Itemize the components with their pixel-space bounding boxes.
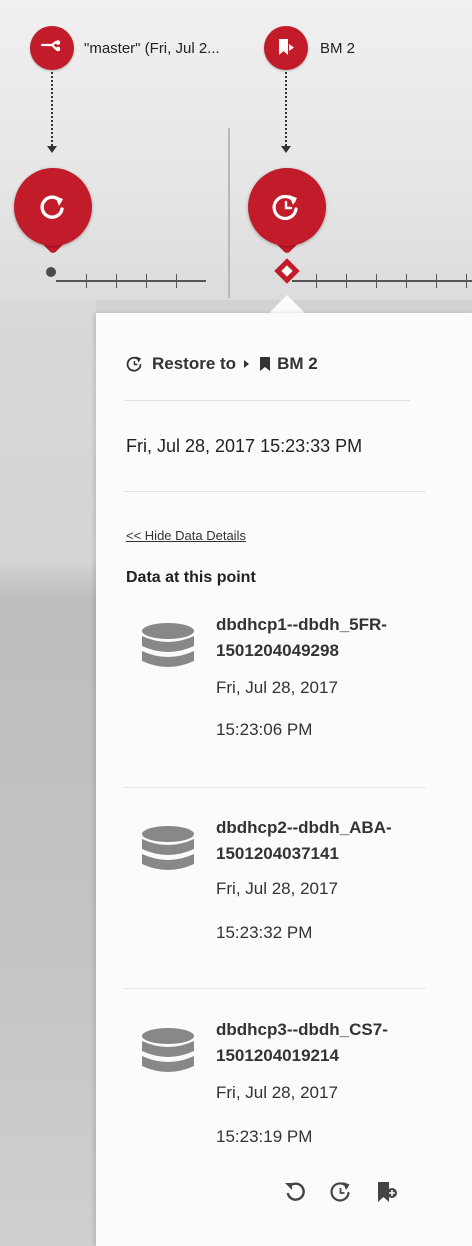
restore-pin[interactable] (14, 168, 92, 260)
axis-tick (146, 274, 147, 288)
axis-tick (86, 274, 87, 288)
timeline-view: "master" (Fri, Jul 2... BM 2 Restore to … (0, 0, 472, 1246)
panel-actions (283, 1180, 399, 1209)
timeline-divider (228, 128, 230, 298)
dataset-time: 15:23:19 PM (216, 1127, 313, 1146)
axis-tick (316, 274, 317, 288)
timeline-start-dot (46, 267, 56, 277)
axis-tick (176, 274, 177, 288)
divider (124, 400, 410, 401)
list-item: dbdhcp2--dbdh_ABA- 1501204037141 Fri, Ju… (140, 815, 440, 955)
restore-to-time-pin[interactable] (248, 168, 326, 260)
axis-tick (376, 274, 377, 288)
axis-tick (466, 274, 467, 288)
axis-tick (436, 274, 437, 288)
bookmark-marker[interactable] (264, 26, 308, 70)
branch-icon (40, 40, 61, 52)
connector-arrow (47, 146, 57, 153)
restore-to-label: Restore to (152, 354, 237, 373)
connector-line (51, 72, 53, 146)
connector-arrow (281, 146, 291, 153)
dataset-time: 15:23:32 PM (216, 923, 313, 942)
divider (124, 787, 426, 788)
restore-timestamp: Fri, Jul 28, 2017 15:23:33 PM (126, 436, 363, 456)
bookmark-icon (260, 357, 271, 371)
axis-tick (346, 274, 347, 288)
list-item: dbdhcp1--dbdh_5FR- 1501204049298 Fri, Ju… (140, 612, 440, 752)
restore-header: Restore to BM 2 (126, 352, 318, 376)
dataset-name: dbdhcp2--dbdh_ABA- 1501204037141 (216, 818, 392, 863)
timeline-axis (56, 280, 206, 282)
chevron-right-icon (244, 360, 250, 368)
connector-line (285, 72, 287, 146)
timeline-axis (292, 280, 472, 282)
dataset-name: dbdhcp3--dbdh_CS7- 1501204019214 (216, 1020, 388, 1065)
left-gutter (0, 300, 96, 1246)
bookmark-label[interactable]: BM 2 (320, 40, 355, 57)
data-section-heading: Data at this point (126, 569, 256, 586)
dataset-time: 15:23:06 PM (216, 720, 313, 739)
axis-tick (406, 274, 407, 288)
dataset-date: Fri, Jul 28, 2017 (216, 1083, 338, 1102)
dataset-name: dbdhcp1--dbdh_5FR- 1501204049298 (216, 615, 387, 660)
database-icon (142, 826, 194, 870)
database-icon (142, 1028, 194, 1072)
database-icon (142, 623, 194, 667)
bookmark-name: BM 2 (277, 354, 318, 373)
dataset-date: Fri, Jul 28, 2017 (216, 879, 338, 898)
restore-clock-icon (126, 356, 142, 372)
bookmark-icon (279, 39, 294, 55)
bookmark-add-icon[interactable] (375, 1180, 399, 1209)
restore-clock-icon (272, 194, 298, 221)
undo-icon[interactable] (283, 1180, 307, 1209)
branch-label[interactable]: "master" (Fri, Jul 2... (84, 40, 220, 57)
hide-data-details-link[interactable]: << Hide Data Details (126, 528, 246, 543)
divider (124, 988, 426, 989)
divider (124, 491, 426, 492)
branch-marker[interactable] (30, 26, 74, 70)
restore-clock-icon[interactable] (329, 1180, 353, 1209)
axis-tick (116, 274, 117, 288)
dataset-date: Fri, Jul 28, 2017 (216, 678, 338, 697)
list-item: dbdhcp3--dbdh_CS7- 1501204019214 Fri, Ju… (140, 1017, 440, 1157)
refresh-icon (40, 195, 64, 219)
